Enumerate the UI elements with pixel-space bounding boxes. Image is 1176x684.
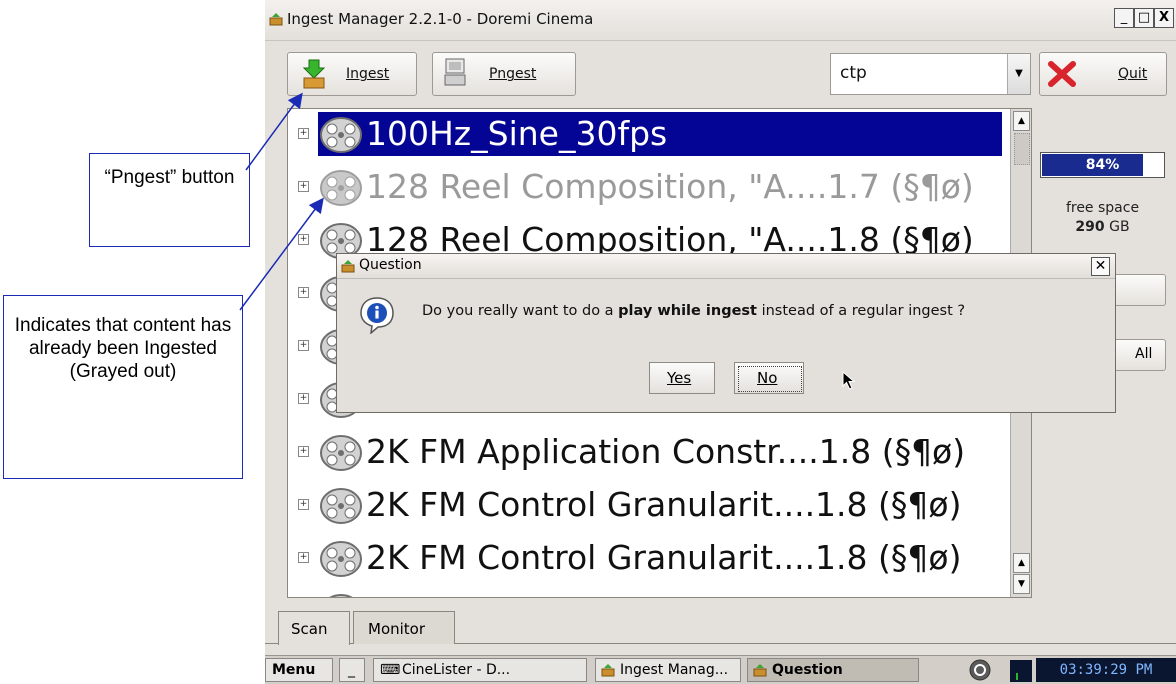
- pngest-arrow: [245, 92, 303, 171]
- callout-arrows: [239, 92, 324, 311]
- ingested-arrow: [239, 197, 324, 311]
